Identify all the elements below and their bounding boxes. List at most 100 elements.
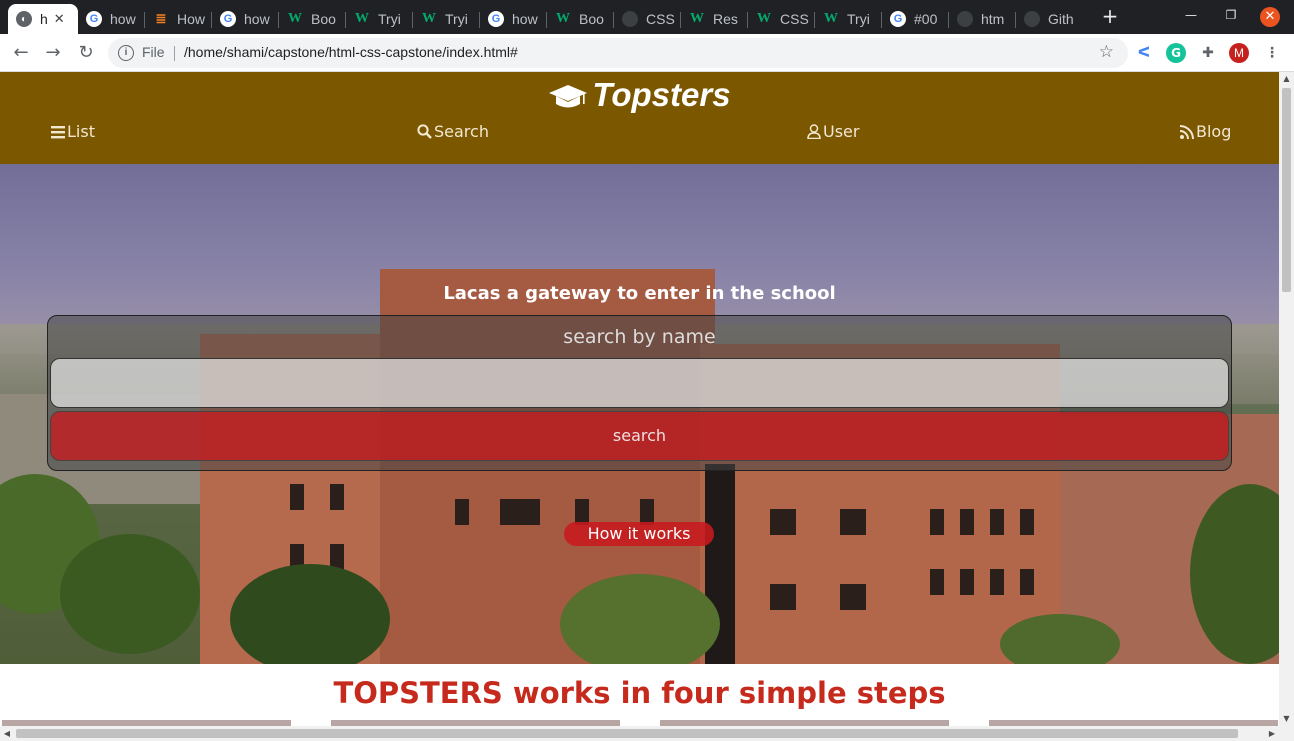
github-icon bbox=[622, 11, 638, 27]
tab[interactable]: W Boo bbox=[279, 4, 346, 34]
stackoverflow-icon: ≣ bbox=[155, 11, 167, 26]
brand-logo[interactable]: Topsters bbox=[0, 76, 1279, 114]
w3schools-icon: W bbox=[556, 11, 570, 26]
scroll-left-arrow-icon[interactable]: ◀ bbox=[0, 726, 14, 741]
vertical-scrollbar[interactable]: ▲ ▼ bbox=[1279, 72, 1294, 726]
tab[interactable]: ≣ How bbox=[145, 4, 212, 34]
w3schools-icon: W bbox=[422, 11, 436, 26]
browser-tab-strip: ◐ h ✕ Ghow ≣ How Ghow W Boo W Tryi W Tryi Gh… bbox=[0, 0, 1294, 34]
how-it-works-button[interactable]: How it works bbox=[564, 522, 714, 546]
w3schools-icon: W bbox=[355, 11, 369, 26]
tab-label: #00 bbox=[914, 11, 938, 27]
tab-label: how bbox=[244, 11, 270, 27]
horizontal-scroll-thumb[interactable] bbox=[16, 729, 1238, 738]
forward-arrow-icon[interactable]: → bbox=[42, 42, 64, 64]
maximize-icon[interactable]: ❐ bbox=[1222, 8, 1240, 22]
google-icon: G bbox=[488, 11, 504, 27]
tab-label: Gith bbox=[1048, 11, 1074, 27]
nav-list[interactable]: List bbox=[51, 122, 95, 141]
tab[interactable]: Ghow bbox=[78, 4, 145, 34]
tab[interactable]: W Boo bbox=[547, 4, 614, 34]
vertical-scroll-thumb[interactable] bbox=[1282, 88, 1291, 292]
search-input[interactable] bbox=[50, 358, 1229, 408]
tab[interactable]: G #00 bbox=[882, 4, 949, 34]
graduation-cap-icon bbox=[549, 85, 588, 108]
search-button[interactable]: search bbox=[50, 411, 1229, 461]
tab-label: Tryi bbox=[445, 11, 468, 27]
profile-avatar[interactable]: M bbox=[1229, 43, 1249, 63]
tab-label: Boo bbox=[311, 11, 336, 27]
window-close-button[interactable]: ✕ bbox=[1260, 7, 1280, 27]
hero-trees bbox=[0, 464, 1279, 664]
rss-icon bbox=[1180, 124, 1194, 139]
nav-search[interactable]: Search bbox=[417, 122, 489, 141]
w3schools-icon: W bbox=[690, 11, 704, 26]
divider bbox=[174, 46, 175, 61]
new-tab-button[interactable]: + bbox=[1100, 6, 1120, 26]
tab[interactable]: Ghow bbox=[480, 4, 547, 34]
back-arrow-icon[interactable]: ← bbox=[10, 42, 32, 64]
nav-label: Blog bbox=[1196, 122, 1232, 141]
scroll-down-arrow-icon[interactable]: ▼ bbox=[1279, 712, 1294, 726]
tab[interactable]: W Res bbox=[681, 4, 748, 34]
google-icon: G bbox=[220, 11, 236, 27]
address-bar[interactable]: i File /home/shami/capstone/html-css-cap… bbox=[108, 38, 1128, 68]
reload-icon[interactable]: ↻ bbox=[75, 42, 97, 64]
extension-k-icon[interactable]: ᐸ bbox=[1134, 43, 1154, 63]
tab[interactable]: Ghow bbox=[212, 4, 279, 34]
tab[interactable]: Gith bbox=[1016, 4, 1088, 34]
info-icon[interactable]: i bbox=[118, 45, 134, 61]
nav-blog[interactable]: Blog bbox=[1180, 122, 1231, 141]
tab-label: htm bbox=[981, 11, 1005, 27]
w3schools-icon: W bbox=[824, 11, 838, 26]
tab[interactable]: W Tryi bbox=[413, 4, 480, 34]
tab[interactable]: W Tryi bbox=[815, 4, 882, 34]
user-icon bbox=[807, 124, 821, 139]
bars-icon bbox=[51, 125, 65, 138]
nav-label: List bbox=[67, 122, 95, 141]
nav-user[interactable]: User bbox=[807, 122, 859, 141]
dark-site-icon bbox=[957, 11, 973, 27]
brand-name: Topsters bbox=[592, 76, 731, 113]
minimize-icon[interactable]: — bbox=[1182, 8, 1200, 22]
google-icon: G bbox=[86, 11, 102, 27]
grammarly-icon[interactable]: G bbox=[1166, 43, 1186, 63]
tab-label: Boo bbox=[579, 11, 604, 27]
tab-label: CSS bbox=[646, 11, 675, 27]
page-viewport: Topsters List Search User Blog Lacas a g… bbox=[0, 72, 1279, 726]
extensions-puzzle-icon[interactable]: ✚ bbox=[1198, 43, 1218, 63]
bookmark-star-icon[interactable]: ☆ bbox=[1099, 42, 1114, 62]
search-panel: search by name search bbox=[47, 315, 1232, 471]
scroll-up-arrow-icon[interactable]: ▲ bbox=[1279, 72, 1294, 86]
tab[interactable]: htm bbox=[949, 4, 1016, 34]
tab-active[interactable]: ◐ h ✕ bbox=[8, 4, 78, 34]
globe-icon: ◐ bbox=[16, 11, 32, 27]
google-icon: G bbox=[890, 11, 906, 27]
github-icon bbox=[1024, 11, 1040, 27]
horizontal-scrollbar[interactable]: ◀ ▶ bbox=[0, 726, 1294, 741]
tab-label: Tryi bbox=[847, 11, 870, 27]
tab-label: How bbox=[177, 11, 206, 27]
scheme-label: File bbox=[142, 44, 165, 60]
scroll-right-arrow-icon[interactable]: ▶ bbox=[1265, 726, 1279, 741]
kebab-menu-icon[interactable]: ⋮ bbox=[1262, 43, 1282, 63]
url-text[interactable]: /home/shami/capstone/html-css-capstone/i… bbox=[184, 44, 518, 60]
tab[interactable]: CSS bbox=[614, 4, 681, 34]
tab[interactable]: W Tryi bbox=[346, 4, 413, 34]
hero-title: Lacas a gateway to enter in the school bbox=[443, 283, 836, 304]
tab[interactable]: W CSS bbox=[748, 4, 815, 34]
tab-label: CSS bbox=[780, 11, 809, 27]
steps-heading: TOPSTERS works in four simple steps bbox=[333, 676, 946, 710]
tab-label: how bbox=[110, 11, 136, 27]
search-label: search by name bbox=[563, 326, 716, 348]
nav-label: User bbox=[823, 122, 860, 141]
nav-label: Search bbox=[434, 122, 489, 141]
tab-label: Res bbox=[713, 11, 738, 27]
close-icon[interactable]: ✕ bbox=[54, 11, 65, 27]
tab-label: how bbox=[512, 11, 538, 27]
w3schools-icon: W bbox=[757, 11, 771, 26]
w3schools-icon: W bbox=[288, 11, 302, 26]
tab-label: Tryi bbox=[378, 11, 401, 27]
search-icon bbox=[417, 124, 432, 139]
hero-banner: Lacas a gateway to enter in the school s… bbox=[0, 164, 1279, 664]
